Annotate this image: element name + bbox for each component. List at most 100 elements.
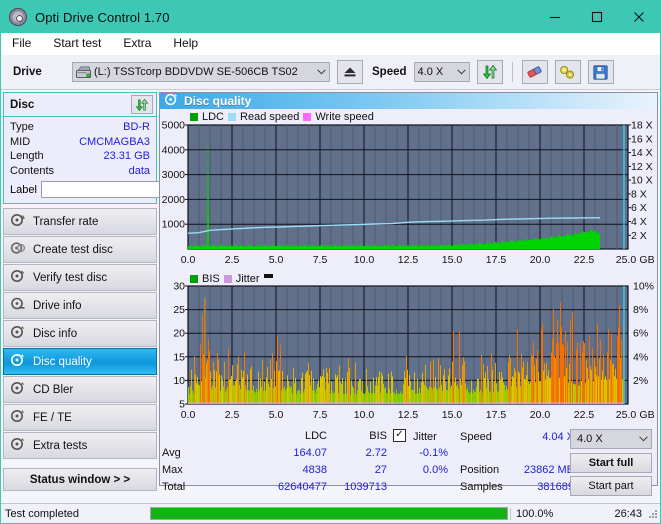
- row-header-avg: Avg: [162, 447, 181, 459]
- disc-refresh-button[interactable]: [131, 95, 153, 114]
- bottom-chart-svg: 30 25 20 15 10 5 10: [160, 270, 656, 425]
- svg-text:18 X: 18 X: [631, 120, 653, 132]
- svg-text:25.0: 25.0: [616, 254, 637, 266]
- bottom-chart-legend: BIS Jitter: [190, 273, 273, 285]
- sidebar: Disc Type BD-R MID CMCM: [1, 90, 159, 486]
- start-full-button[interactable]: Start full: [570, 453, 652, 473]
- disc-icon: [9, 8, 27, 26]
- svg-text:17.5: 17.5: [486, 254, 507, 266]
- svg-text:10: 10: [173, 375, 185, 387]
- start-part-button[interactable]: Start part: [570, 476, 652, 496]
- toolbar: Drive (L:) TSSTcorp BDDVDW SE-506CB TS02: [1, 55, 660, 90]
- disc-create-icon: [11, 241, 25, 258]
- menu-item-start-test[interactable]: Start test: [51, 34, 112, 53]
- disc-quality-icon: [11, 353, 25, 370]
- resize-grip-icon[interactable]: [648, 509, 658, 519]
- svg-text:GB: GB: [639, 409, 654, 421]
- speed-label: Speed: [372, 66, 407, 78]
- disc-group-header: Disc: [4, 93, 156, 117]
- progress-bar-fill: [151, 508, 507, 519]
- sidebar-item-cd-bler[interactable]: CD Bler: [3, 376, 157, 403]
- sidebar-item-drive-info[interactable]: Drive info: [3, 292, 157, 319]
- disc-info-group: Disc Type BD-R MID CMCM: [3, 92, 157, 204]
- position-value: 23862 MB: [512, 464, 574, 476]
- sidebar-label-disc-info: Disc info: [33, 328, 77, 340]
- maximize-icon[interactable]: [576, 1, 618, 33]
- sidebar-item-disc-info[interactable]: Disc info: [3, 320, 157, 347]
- drive-select[interactable]: (L:) TSSTcorp BDDVDW SE-506CB TS02: [72, 62, 330, 82]
- top-chart-legend: LDC Read speed Write speed: [190, 111, 374, 123]
- legend-swatch-ldc: [190, 113, 198, 121]
- svg-text:2 X: 2 X: [631, 230, 647, 242]
- svg-text:3000: 3000: [162, 169, 186, 181]
- svg-text:30: 30: [173, 281, 185, 293]
- jitter-checkbox-group[interactable]: ✓: [393, 428, 406, 442]
- menu-bar: File Start test Extra Help: [1, 33, 660, 55]
- toolbar-separator: [512, 62, 513, 82]
- sidebar-item-verify-test-disc[interactable]: Verify test disc: [3, 264, 157, 291]
- svg-text:25.0: 25.0: [616, 409, 637, 421]
- save-button[interactable]: [588, 60, 614, 84]
- bookmark-button[interactable]: [555, 60, 581, 84]
- chevron-down-icon[interactable]: [454, 63, 469, 81]
- row-header-max: Max: [162, 464, 183, 476]
- disc-row-type: Type BD-R: [10, 120, 150, 135]
- main-body: Disc Type BD-R MID CMCM: [1, 90, 660, 486]
- svg-text:12 X: 12 X: [631, 161, 653, 173]
- test-speed-select[interactable]: 4.0 X: [570, 429, 652, 449]
- refresh-button[interactable]: [477, 60, 503, 84]
- status-window-button[interactable]: Status window > >: [3, 468, 157, 491]
- svg-text:5.0: 5.0: [269, 254, 284, 266]
- drive-value: (L:) TSSTcorp BDDVDW SE-506CB TS02: [94, 66, 314, 78]
- progress-bar: [150, 507, 508, 520]
- value-bis-max: 27: [332, 464, 387, 476]
- disc-quality-icon: [165, 93, 178, 109]
- menu-item-extra[interactable]: Extra: [121, 34, 162, 53]
- samples-label: Samples: [460, 481, 503, 493]
- close-icon[interactable]: [618, 1, 660, 33]
- jitter-checkbox[interactable]: ✓: [393, 429, 406, 442]
- eraser-icon: [526, 65, 543, 79]
- speed-select[interactable]: 4.0 X: [414, 62, 470, 82]
- svg-text:5.0: 5.0: [269, 409, 284, 421]
- sidebar-label-disc-quality: Disc quality: [33, 356, 92, 368]
- sidebar-item-extra-tests[interactable]: Extra tests: [3, 432, 157, 459]
- disc-test-icon: [11, 213, 25, 230]
- sidebar-label-extra-tests: Extra tests: [33, 440, 87, 452]
- svg-text:17.5: 17.5: [486, 409, 507, 421]
- sidebar-item-fe-te[interactable]: FE / TE: [3, 404, 157, 431]
- svg-text:2.5: 2.5: [225, 409, 240, 421]
- disc-properties: Type BD-R MID CMCMAGBA3 Length 23.31 GB …: [4, 117, 156, 203]
- disc-verify-icon: [11, 269, 25, 286]
- svg-text:16 X: 16 X: [631, 133, 653, 145]
- disc-info-icon: [11, 325, 25, 342]
- chevron-down-icon[interactable]: [636, 430, 651, 448]
- svg-text:15: 15: [173, 351, 185, 363]
- jitter-label: Jitter: [413, 431, 437, 443]
- sidebar-item-disc-quality[interactable]: Disc quality: [3, 348, 157, 375]
- status-message: Test completed: [1, 508, 150, 520]
- svg-text:20.0: 20.0: [530, 409, 551, 421]
- svg-text:7.5: 7.5: [313, 409, 328, 421]
- menu-item-file[interactable]: File: [10, 34, 42, 53]
- legend-label-ldc: LDC: [202, 111, 224, 123]
- erase-button[interactable]: [522, 60, 548, 84]
- disc-group-title: Disc: [10, 99, 34, 111]
- chevron-down-icon[interactable]: [314, 63, 329, 81]
- value-bis-total: 1039713: [332, 481, 387, 493]
- value-jitter-avg: -0.1%: [393, 447, 448, 459]
- svg-text:5000: 5000: [162, 120, 186, 132]
- svg-text:2.5: 2.5: [225, 254, 240, 266]
- sidebar-item-create-test-disc[interactable]: Create test disc: [3, 236, 157, 263]
- disc-row-mid: MID CMCMAGBA3: [10, 135, 150, 150]
- minimize-icon[interactable]: [534, 1, 576, 33]
- svg-text:2%: 2%: [633, 375, 648, 387]
- col-header-ldc: LDC: [265, 430, 327, 442]
- menu-item-help[interactable]: Help: [171, 34, 209, 53]
- top-chart-svg: 5000 4000 3000 2000 1000 18 X16 X: [160, 109, 656, 267]
- eject-button[interactable]: [337, 60, 363, 84]
- svg-text:12.5: 12.5: [398, 254, 419, 266]
- sidebar-item-transfer-rate[interactable]: Transfer rate: [3, 208, 157, 235]
- top-chart: LDC Read speed Write speed: [160, 109, 657, 270]
- svg-text:0.0: 0.0: [181, 254, 196, 266]
